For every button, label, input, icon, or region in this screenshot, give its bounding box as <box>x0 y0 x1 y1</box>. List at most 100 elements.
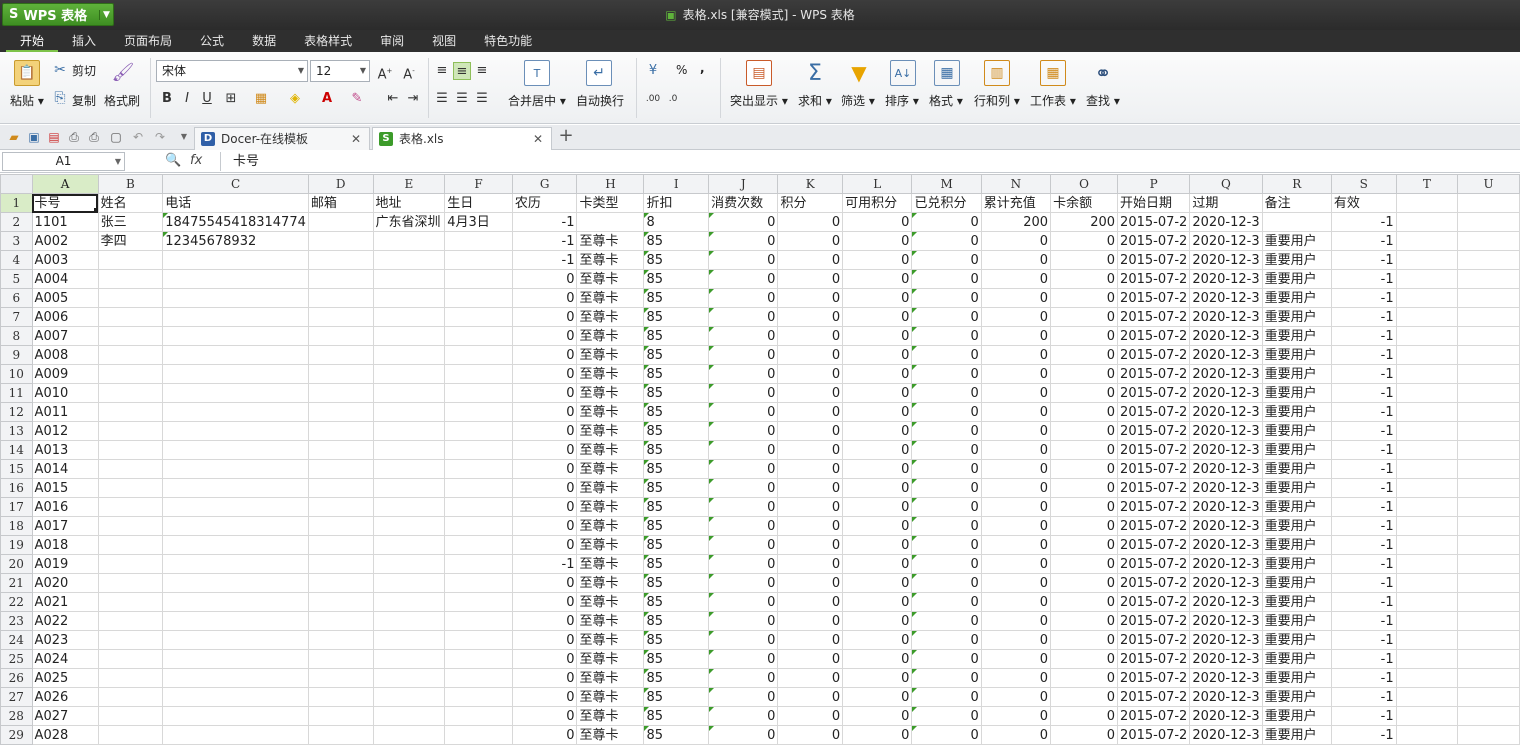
cell-p20[interactable]: 2015-07-2 <box>1117 554 1191 574</box>
cell-q20[interactable]: 2020-12-3 <box>1189 554 1263 574</box>
cell-l10[interactable]: 0 <box>842 364 913 384</box>
sort-icon[interactable]: A↓ <box>890 60 916 86</box>
cell-r5[interactable]: 重要用户 <box>1261 269 1332 289</box>
cell-o5[interactable]: 0 <box>1050 269 1119 289</box>
cell-a7[interactable]: A006 <box>31 307 99 327</box>
row-header[interactable]: 23 <box>0 611 33 631</box>
cell-h10[interactable]: 至尊卡 <box>576 364 645 384</box>
cell-s2[interactable]: -1 <box>1330 212 1397 232</box>
cell-m22[interactable]: 0 <box>911 592 982 612</box>
cell-l17[interactable]: 0 <box>842 497 913 517</box>
font-name-select[interactable]: 宋体 ▼ <box>156 60 308 82</box>
row-header[interactable]: 6 <box>0 288 33 308</box>
cell-j21[interactable]: 0 <box>708 573 779 593</box>
column-header-t[interactable]: T <box>1395 174 1459 194</box>
cell-e1[interactable]: 地址 <box>372 193 446 213</box>
cell-o4[interactable]: 0 <box>1050 250 1119 270</box>
cell-t28[interactable] <box>1395 706 1459 726</box>
cell-j3[interactable]: 0 <box>708 231 779 251</box>
cell-o12[interactable]: 0 <box>1050 402 1119 422</box>
cell-c24[interactable] <box>162 630 309 650</box>
cell-r19[interactable]: 重要用户 <box>1261 535 1332 555</box>
cell-u16[interactable] <box>1457 478 1520 498</box>
cell-e5[interactable] <box>372 269 446 289</box>
cell-b17[interactable] <box>97 497 164 517</box>
insert-function-button[interactable]: fx <box>190 153 202 168</box>
cell-l5[interactable]: 0 <box>842 269 913 289</box>
column-header-p[interactable]: P <box>1117 174 1191 194</box>
column-header-u[interactable]: U <box>1457 174 1520 194</box>
cell-n17[interactable]: 0 <box>980 497 1052 517</box>
cell-d23[interactable] <box>307 611 374 631</box>
cell-f26[interactable] <box>444 668 513 688</box>
cell-n11[interactable]: 0 <box>980 383 1052 403</box>
cell-j26[interactable]: 0 <box>708 668 779 688</box>
new-tab-plus-icon[interactable]: + <box>558 127 574 145</box>
cell-a28[interactable]: A027 <box>31 706 99 726</box>
cell-a6[interactable]: A005 <box>31 288 99 308</box>
cell-s12[interactable]: -1 <box>1330 402 1397 422</box>
copy-icon[interactable]: ⎘ <box>52 90 68 106</box>
cell-l14[interactable]: 0 <box>842 440 913 460</box>
cell-f1[interactable]: 生日 <box>444 193 513 213</box>
cell-n29[interactable]: 0 <box>980 725 1052 745</box>
cell-g9[interactable]: 0 <box>511 345 578 365</box>
cell-c4[interactable] <box>162 250 309 270</box>
cell-a1[interactable]: 卡号 <box>31 193 99 213</box>
cell-b23[interactable] <box>97 611 164 631</box>
cell-a17[interactable]: A016 <box>31 497 99 517</box>
cell-p29[interactable]: 2015-07-2 <box>1117 725 1191 745</box>
cell-e15[interactable] <box>372 459 446 479</box>
cell-j5[interactable]: 0 <box>708 269 779 289</box>
cell-j18[interactable]: 0 <box>708 516 779 536</box>
cell-b14[interactable] <box>97 440 164 460</box>
spreadsheet-grid[interactable]: ABCDEFGHIJKLMNOPQRSTU 1 卡号 姓名 电话 邮箱 地址 生日 农历 卡类型… <box>0 174 1520 748</box>
cell-m19[interactable]: 0 <box>911 535 982 555</box>
cell-i8[interactable]: 85 <box>643 326 710 346</box>
cell-j8[interactable]: 0 <box>708 326 779 346</box>
cell-u4[interactable] <box>1457 250 1520 270</box>
cell-p17[interactable]: 2015-07-2 <box>1117 497 1191 517</box>
cell-g22[interactable]: 0 <box>511 592 578 612</box>
cell-u3[interactable] <box>1457 231 1520 251</box>
cell-g24[interactable]: 0 <box>511 630 578 650</box>
cell-n2[interactable]: 200 <box>980 212 1052 232</box>
column-header-k[interactable]: K <box>777 174 844 194</box>
cell-b26[interactable] <box>97 668 164 688</box>
cell-n3[interactable]: 0 <box>980 231 1052 251</box>
cell-e8[interactable] <box>372 326 446 346</box>
row-header[interactable]: 27 <box>0 687 33 707</box>
cell-o15[interactable]: 0 <box>1050 459 1119 479</box>
cell-s25[interactable]: -1 <box>1330 649 1397 669</box>
cell-p19[interactable]: 2015-07-2 <box>1117 535 1191 555</box>
cell-u10[interactable] <box>1457 364 1520 384</box>
cell-q2[interactable]: 2020-12-3 <box>1189 212 1263 232</box>
format-button[interactable]: 格式 ▾ <box>929 92 963 109</box>
cell-p26[interactable]: 2015-07-2 <box>1117 668 1191 688</box>
cell-d1[interactable]: 邮箱 <box>307 193 374 213</box>
cell-g25[interactable]: 0 <box>511 649 578 669</box>
cell-n24[interactable]: 0 <box>980 630 1052 650</box>
cell-u11[interactable] <box>1457 383 1520 403</box>
cell-a27[interactable]: A026 <box>31 687 99 707</box>
copy-button[interactable]: 复制 <box>72 92 96 109</box>
column-header-g[interactable]: G <box>511 174 578 194</box>
cell-f28[interactable] <box>444 706 513 726</box>
cell-d17[interactable] <box>307 497 374 517</box>
column-header-s[interactable]: S <box>1330 174 1397 194</box>
cell-f5[interactable] <box>444 269 513 289</box>
cell-g7[interactable]: 0 <box>511 307 578 327</box>
cell-n6[interactable]: 0 <box>980 288 1052 308</box>
name-box[interactable]: A1 ▼ <box>2 152 125 171</box>
cell-r28[interactable]: 重要用户 <box>1261 706 1332 726</box>
cell-e20[interactable] <box>372 554 446 574</box>
cell-c21[interactable] <box>162 573 309 593</box>
cell-k19[interactable]: 0 <box>777 535 844 555</box>
cell-b2[interactable]: 张三 <box>97 212 164 232</box>
column-header-l[interactable]: L <box>842 174 913 194</box>
cell-f19[interactable] <box>444 535 513 555</box>
cell-p16[interactable]: 2015-07-2 <box>1117 478 1191 498</box>
cell-r4[interactable]: 重要用户 <box>1261 250 1332 270</box>
cell-r16[interactable]: 重要用户 <box>1261 478 1332 498</box>
cell-b29[interactable] <box>97 725 164 745</box>
